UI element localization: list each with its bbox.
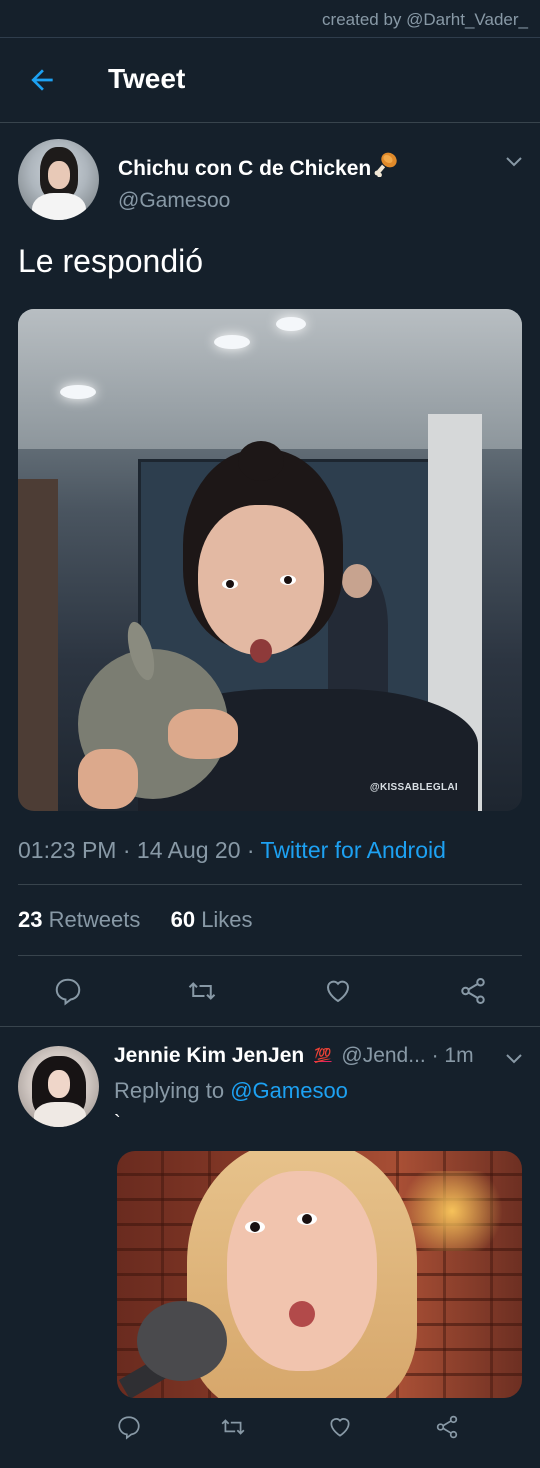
page-title: Tweet [108,63,186,94]
tweet-text: Le respondió [18,243,204,279]
retweet-icon[interactable] [220,1414,246,1440]
chevron-down-icon[interactable] [504,1048,524,1068]
avatar[interactable] [18,1046,99,1127]
replying-mention-link[interactable]: @Gamesoo [230,1078,348,1103]
author-handle[interactable]: @Gamesoo [118,189,230,213]
reply-icon[interactable] [53,976,83,1006]
tweet-photo[interactable]: @KISSABLEGLAI [18,309,522,811]
likes-stat[interactable]: 60 Likes [171,907,253,932]
divider [18,955,522,956]
photo-watermark: @KISSABLEGLAI [369,782,458,793]
reply-time: 1m [444,1044,474,1067]
watermark-text: created by @Darht_Vader_ [0,0,540,38]
chevron-down-icon[interactable] [504,151,524,171]
divider [18,884,522,885]
top-bar: Tweet [0,38,540,123]
reply-author-name[interactable]: Jennie Kim JenJen [114,1044,304,1067]
share-icon[interactable] [434,1414,460,1440]
author-name[interactable]: Chichu con C de Chicken [118,151,399,181]
share-icon[interactable] [458,976,488,1006]
retweets-label: Retweets [48,907,141,932]
like-icon[interactable] [323,976,353,1006]
avatar[interactable] [18,139,99,220]
reply-text: ` [114,1112,121,1134]
tweet-source-link[interactable]: Twitter for Android [261,837,446,863]
retweets-count: 23 [18,907,43,932]
reply-icon[interactable] [116,1414,142,1440]
replying-prefix: Replying to [114,1078,225,1103]
tweet-time: 01:23 PM [18,837,117,863]
likes-count: 60 [170,907,196,932]
tweet-stats: 23 Retweets 60 Likes [18,907,253,933]
reply-author-handle[interactable]: @Jend... [341,1044,425,1067]
like-icon[interactable] [327,1414,353,1440]
author-name-text: Chichu con C de Chicken [118,157,372,180]
likes-label: Likes [201,907,253,932]
reply-photo[interactable] [117,1151,522,1398]
retweets-stat[interactable]: 23 Retweets [18,907,140,932]
tweet-meta: 01:23 PM · 14 Aug 20 · Twitter for Andro… [18,837,446,863]
replying-to: Replying to @Gamesoo [114,1078,348,1104]
drumstick-icon [374,152,397,177]
reply-tweet: Jennie Kim JenJen 💯 @Jend... · 1m Replyi… [0,1028,540,1468]
arrow-left-icon[interactable] [26,64,58,96]
tweet-date: 14 Aug 20 [136,837,241,863]
retweet-icon[interactable] [187,976,217,1006]
main-tweet: Chichu con C de Chicken @Gamesoo Le resp… [0,123,540,1027]
hundred-points-icon: 💯 [314,1047,332,1063]
reply-header: Jennie Kim JenJen 💯 @Jend... · 1m [114,1044,474,1067]
